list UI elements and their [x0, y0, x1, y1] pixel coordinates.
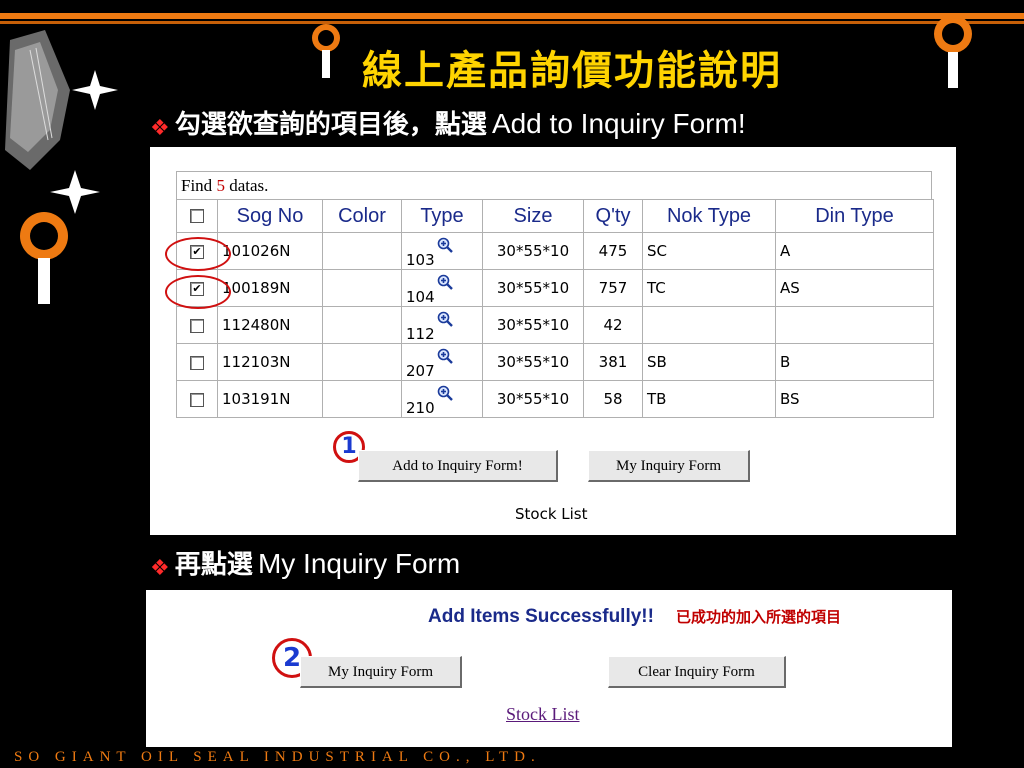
my-inquiry-form-button[interactable]: My Inquiry Form: [588, 450, 750, 482]
results-count: Find 5 datas.: [176, 171, 932, 199]
pin-decoration-icon: [20, 212, 68, 304]
cell-size: 30*55*10: [483, 307, 583, 343]
instruction-1-en: Add to Inquiry Form!: [491, 108, 746, 139]
cell-qty: 42: [584, 307, 642, 343]
cell-nok-type: TB: [643, 381, 775, 417]
table-row: 103191N 210 30*55*10 58 TB BS: [177, 381, 933, 417]
cell-sog-no: 112103N: [218, 344, 322, 380]
instruction-2-zh: 再點選: [174, 550, 253, 580]
cell-nok-type: TC: [643, 270, 775, 306]
search-results-panel: Find 5 datas. Sog No Color Type Size Q't…: [150, 147, 956, 535]
cell-type: 210: [402, 381, 482, 417]
selection-highlight: [165, 275, 231, 309]
pin-decoration-icon: [312, 24, 340, 78]
cell-din-type: AS: [776, 270, 933, 306]
zoom-in-icon[interactable]: [437, 385, 453, 401]
table-row: 112480N 112 30*55*10 42: [177, 307, 933, 343]
cell-din-type: B: [776, 344, 933, 380]
row-select-cell: [177, 344, 217, 380]
cell-size: 30*55*10: [483, 344, 583, 380]
column-header: Size: [483, 200, 583, 232]
inquiry-confirmation-panel: Add Items Successfully!! 已成功的加入所選的項目 2 M…: [146, 590, 952, 747]
company-footer: SO GIANT OIL SEAL INDUSTRIAL CO., LTD.: [14, 749, 541, 765]
row-checkbox[interactable]: [190, 355, 204, 370]
cell-type: 207: [402, 344, 482, 380]
column-header: Nok Type: [643, 200, 775, 232]
zoom-in-icon[interactable]: [437, 311, 453, 327]
success-message: Add Items Successfully!!: [428, 606, 654, 627]
cell-qty: 475: [584, 233, 642, 269]
table-row: ✔ 101026N 103 30*55*10 475 SC A: [177, 233, 933, 269]
column-header: Color: [323, 200, 401, 232]
cell-type: 103: [402, 233, 482, 269]
bullet-icon: ❖: [150, 556, 170, 581]
results-table: Sog No Color Type Size Q'ty Nok Type Din…: [176, 199, 934, 418]
my-inquiry-form-button[interactable]: My Inquiry Form: [300, 656, 462, 688]
zoom-in-icon[interactable]: [437, 348, 453, 364]
zoom-in-icon[interactable]: [437, 237, 453, 253]
cell-color: [323, 344, 401, 380]
cell-color: [323, 381, 401, 417]
success-message-zh: 已成功的加入所選的項目: [676, 608, 842, 626]
select-all-checkbox[interactable]: [190, 209, 204, 224]
row-select-cell: [177, 381, 217, 417]
add-to-inquiry-button[interactable]: Add to Inquiry Form!: [358, 450, 558, 482]
row-select-cell: [177, 307, 217, 343]
cell-color: [323, 270, 401, 306]
table-row: ✔ 100189N 104 30*55*10 757 TC AS: [177, 270, 933, 306]
cell-din-type: BS: [776, 381, 933, 417]
cell-nok-type: [643, 307, 775, 343]
cell-size: 30*55*10: [483, 381, 583, 417]
slide-title: 線上產品詢價功能說明: [362, 47, 782, 94]
cell-sog-no: 112480N: [218, 307, 322, 343]
instruction-1-zh: 勾選欲查詢的項目後，點選: [174, 110, 487, 140]
cell-type: 112: [402, 307, 482, 343]
instruction-1: ❖ 勾選欲查詢的項目後，點選 Add to Inquiry Form!: [150, 104, 746, 141]
table-header-row: Sog No Color Type Size Q'ty Nok Type Din…: [177, 200, 933, 232]
bullet-icon: ❖: [150, 116, 170, 141]
top-accent-line-dark: [0, 21, 1024, 24]
top-accent-line: [0, 13, 1024, 19]
column-header: Type: [402, 200, 482, 232]
cell-sog-no: 103191N: [218, 381, 322, 417]
cell-sog-no: 100189N: [218, 270, 322, 306]
cell-nok-type: SB: [643, 344, 775, 380]
cell-nok-type: SC: [643, 233, 775, 269]
row-checkbox[interactable]: [190, 318, 204, 333]
clear-inquiry-form-button[interactable]: Clear Inquiry Form: [608, 656, 786, 688]
row-checkbox[interactable]: [190, 392, 204, 407]
cell-type: 104: [402, 270, 482, 306]
cell-size: 30*55*10: [483, 233, 583, 269]
results-count-number: 5: [216, 176, 225, 195]
cell-din-type: A: [776, 233, 933, 269]
cell-color: [323, 307, 401, 343]
stock-list-link[interactable]: Stock List: [506, 704, 580, 725]
cell-size: 30*55*10: [483, 270, 583, 306]
selection-highlight: [165, 237, 231, 271]
cell-qty: 58: [584, 381, 642, 417]
cell-din-type: [776, 307, 933, 343]
select-all-header: [177, 200, 217, 232]
cell-color: [323, 233, 401, 269]
cell-qty: 381: [584, 344, 642, 380]
column-header: Din Type: [776, 200, 933, 232]
pin-decoration-icon: [934, 15, 972, 88]
column-header: Q'ty: [584, 200, 642, 232]
instruction-2-en: My Inquiry Form: [257, 548, 461, 579]
cell-sog-no: 101026N: [218, 233, 322, 269]
table-row: 112103N 207 30*55*10 381 SB B: [177, 344, 933, 380]
stock-list-label: Stock List: [515, 505, 588, 523]
zoom-in-icon[interactable]: [437, 274, 453, 290]
column-header: Sog No: [218, 200, 322, 232]
instruction-2: ❖ 再點選 My Inquiry Form: [150, 544, 460, 581]
cell-qty: 757: [584, 270, 642, 306]
